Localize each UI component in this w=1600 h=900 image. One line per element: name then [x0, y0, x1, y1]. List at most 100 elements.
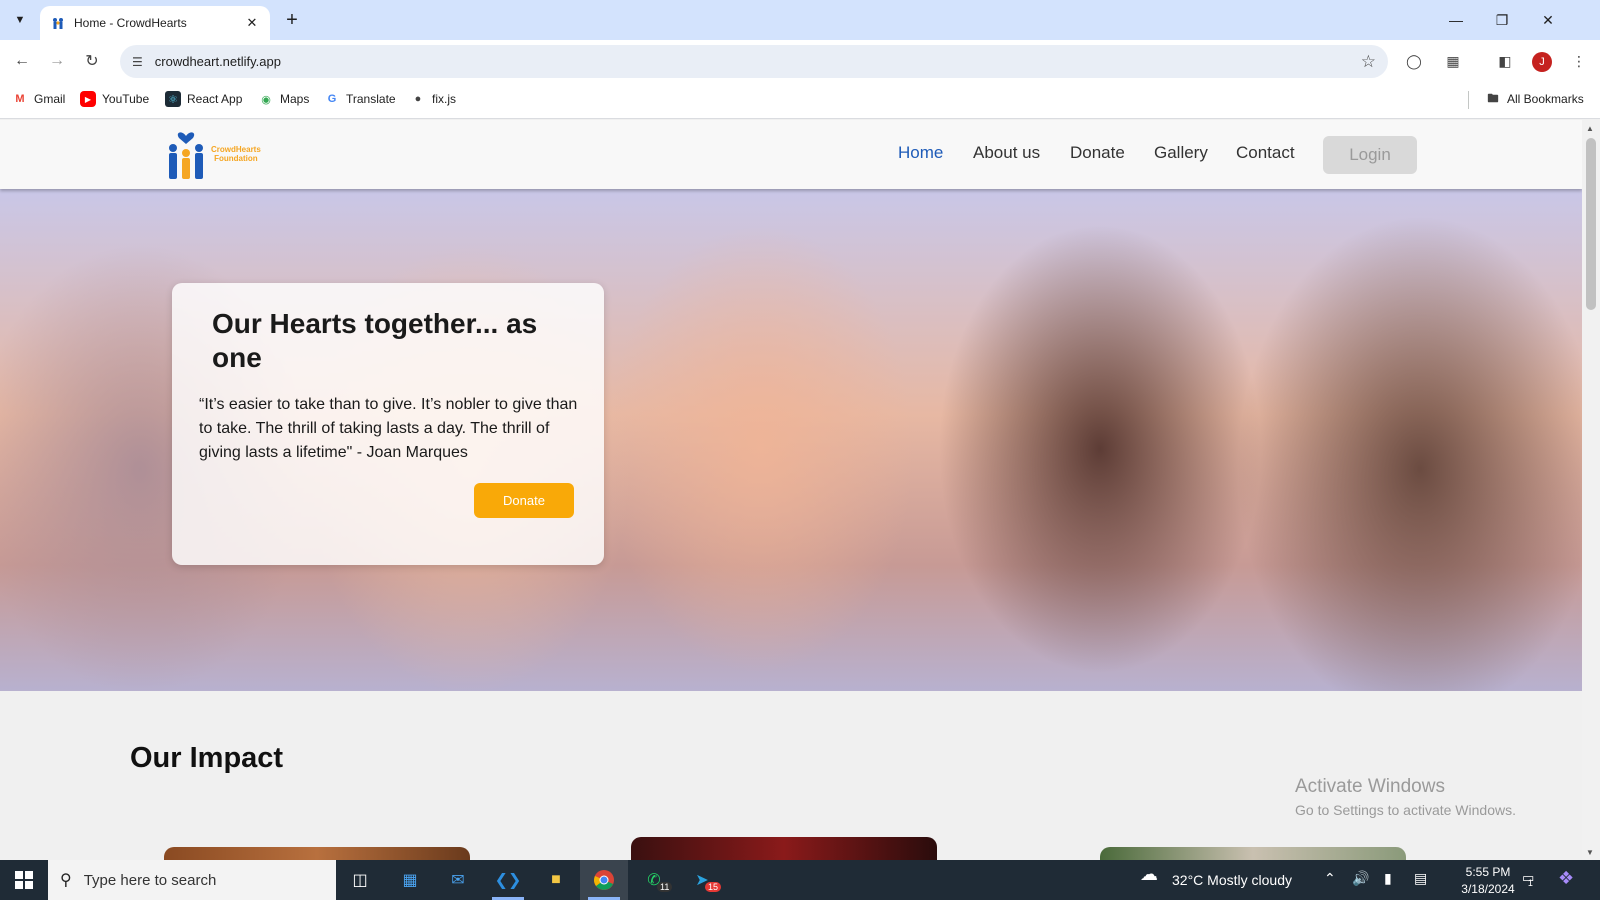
volume-icon[interactable]: 🔊 — [1352, 870, 1369, 887]
chrome-taskbar-button[interactable] — [580, 860, 628, 900]
hero-title: Our Hearts together... as one — [212, 308, 538, 373]
scroll-thumb[interactable] — [1586, 138, 1596, 310]
start-button[interactable] — [0, 860, 48, 900]
extension-icon[interactable]: ◯ — [1403, 50, 1425, 72]
search-icon: ⚲ — [60, 872, 72, 889]
whatsapp-badge: 11 — [657, 882, 673, 892]
show-hidden-icons-icon[interactable]: ⌃ — [1324, 870, 1336, 887]
site-logo[interactable]: CrowdHearts Foundation — [165, 126, 275, 182]
clock-time: 5:55 PM — [1465, 865, 1511, 879]
browser-toolbar: ← → ↻ ☰ crowdheart.netlify.app ☆ ◯ ▦ ◧ ⋮ — [0, 40, 1600, 82]
scroll-down-icon[interactable]: ▼ — [1586, 848, 1594, 857]
web-page: CrowdHearts Foundation Home About us Don… — [0, 120, 1582, 860]
microsoft-store-icon[interactable]: ▦ — [386, 860, 434, 900]
close-window-button[interactable]: ✕ — [1525, 0, 1571, 40]
globe-icon: ● — [414, 93, 422, 105]
page-scrollbar[interactable]: ▲ ▼ — [1582, 120, 1600, 860]
nav-donate[interactable]: Donate — [1070, 143, 1125, 163]
bookmark-youtube[interactable]: ▶ YouTube — [80, 91, 149, 107]
hero-banner: Our Hearts together... as one “It’s easi… — [0, 189, 1582, 691]
file-explorer-icon[interactable]: ■ — [532, 860, 580, 900]
impact-image-3 — [1100, 847, 1406, 860]
all-bookmarks-label: All Bookmarks — [1507, 92, 1584, 106]
nav-contact[interactable]: Contact — [1236, 143, 1295, 163]
youtube-icon: ▶ — [80, 91, 96, 107]
mail-icon[interactable]: ✉ — [434, 860, 482, 900]
bookmark-label: Gmail — [34, 92, 66, 106]
gmail-icon: M — [15, 93, 25, 105]
bookmarks-bar: M Gmail ▶ YouTube ⚛ React App ◉ Maps G T… — [0, 82, 1600, 119]
back-button[interactable]: ← — [10, 49, 34, 73]
activate-windows-subtitle: Go to Settings to activate Windows. — [1295, 802, 1516, 818]
impact-section-title: Our Impact — [130, 742, 284, 774]
chevron-down-icon: ▼ — [14, 14, 26, 26]
bookmarks-divider — [1468, 91, 1469, 109]
browser-tab-active[interactable]: Home - CrowdHearts ✕ — [40, 6, 270, 40]
hero-donate-button[interactable]: Donate — [474, 483, 574, 518]
bookmark-label: Maps — [280, 92, 310, 106]
whatsapp-icon[interactable]: ✆ 11 — [630, 860, 678, 900]
bookmark-star-icon[interactable]: ☆ — [1361, 52, 1376, 72]
nav-home[interactable]: Home — [898, 143, 943, 163]
network-icon[interactable]: ▤ — [1414, 870, 1427, 887]
crowdhearts-favicon-icon — [53, 18, 63, 29]
tab-search-button[interactable]: ▼ — [8, 8, 32, 32]
copilot-icon[interactable]: ❖ — [1558, 868, 1574, 889]
menu-kebab-icon[interactable]: ⋮ — [1568, 50, 1590, 72]
impact-image-1 — [164, 847, 470, 860]
minimize-button[interactable]: — — [1433, 0, 1479, 40]
logo-text: CrowdHearts Foundation — [211, 145, 261, 163]
weather-text[interactable]: 32°C Mostly cloudy — [1172, 872, 1292, 888]
scroll-up-icon[interactable]: ▲ — [1586, 124, 1594, 133]
login-button[interactable]: Login — [1323, 136, 1417, 174]
windows-taskbar: ⚲ Type here to search ◫ ▦ ✉ ❮❯ ■ ✆ 11 ➤ … — [0, 860, 1600, 900]
windows-logo-icon — [15, 871, 33, 889]
nav-gallery[interactable]: Gallery — [1154, 143, 1208, 163]
side-panel-icon[interactable]: ◧ — [1494, 50, 1516, 72]
bookmark-label: React App — [187, 92, 243, 106]
bookmark-label: YouTube — [102, 92, 150, 106]
nav-about-us[interactable]: About us — [973, 143, 1040, 163]
tab-title: Home - CrowdHearts — [74, 16, 187, 30]
react-icon: ⚛ — [165, 91, 181, 107]
reload-button[interactable]: ↻ — [80, 49, 104, 73]
bookmark-fixjs[interactable]: ● fix.js — [410, 91, 456, 107]
browser-titlebar: ▼ Home - CrowdHearts ✕ + — ❐ ✕ — [0, 0, 1600, 40]
address-bar[interactable]: ☰ crowdheart.netlify.app ☆ — [120, 45, 1388, 78]
bookmark-react-app[interactable]: ⚛ React App — [165, 91, 242, 107]
hero-quote: “It’s easier to take than to give. It’s … — [199, 396, 578, 461]
tab-close-icon[interactable]: ✕ — [244, 15, 260, 31]
telegram-icon[interactable]: ➤ 15 — [678, 860, 726, 900]
all-bookmarks[interactable]: 🖿 All Bookmarks — [1485, 91, 1584, 107]
clock-date: 3/18/2024 — [1461, 882, 1515, 896]
forward-button[interactable]: → — [45, 49, 69, 73]
bookmark-label: Translate — [346, 92, 396, 106]
system-clock[interactable]: 5:55 PM 3/18/2024 — [1448, 864, 1528, 898]
bookmark-translate[interactable]: G Translate — [324, 91, 396, 107]
weather-icon[interactable]: ☁ — [1140, 864, 1158, 885]
translate-icon: G — [327, 93, 337, 105]
folder-icon: 🖿 — [1487, 92, 1499, 105]
extensions-puzzle-icon[interactable]: ▦ — [1442, 50, 1464, 72]
logo-text-line2: Foundation — [214, 154, 258, 163]
new-tab-button[interactable]: + — [280, 8, 304, 32]
search-placeholder: Type here to search — [83, 871, 217, 889]
site-info-icon[interactable]: ☰ — [132, 55, 143, 69]
restore-button[interactable]: ❐ — [1479, 0, 1525, 40]
task-view-button[interactable]: ◫ — [336, 860, 384, 900]
battery-icon[interactable]: ▮ — [1384, 870, 1392, 887]
chrome-icon — [594, 870, 614, 890]
taskbar-search[interactable]: ⚲ Type here to search — [48, 860, 336, 900]
hero-card: Our Hearts together... as one “It’s easi… — [172, 283, 604, 565]
notifications-button[interactable]: ▭ 1 — [1522, 870, 1543, 888]
profile-avatar[interactable]: J — [1532, 52, 1552, 72]
site-navbar: CrowdHearts Foundation Home About us Don… — [0, 120, 1582, 189]
activate-windows-title: Activate Windows — [1295, 776, 1445, 797]
notification-count: 1 — [1527, 878, 1533, 888]
telegram-badge: 15 — [705, 882, 722, 892]
bookmark-gmail[interactable]: M Gmail — [12, 91, 65, 107]
bookmark-maps[interactable]: ◉ Maps — [258, 91, 309, 107]
maps-pin-icon: ◉ — [261, 93, 271, 106]
impact-image-2 — [631, 837, 937, 860]
vscode-icon[interactable]: ❮❯ — [484, 860, 532, 900]
